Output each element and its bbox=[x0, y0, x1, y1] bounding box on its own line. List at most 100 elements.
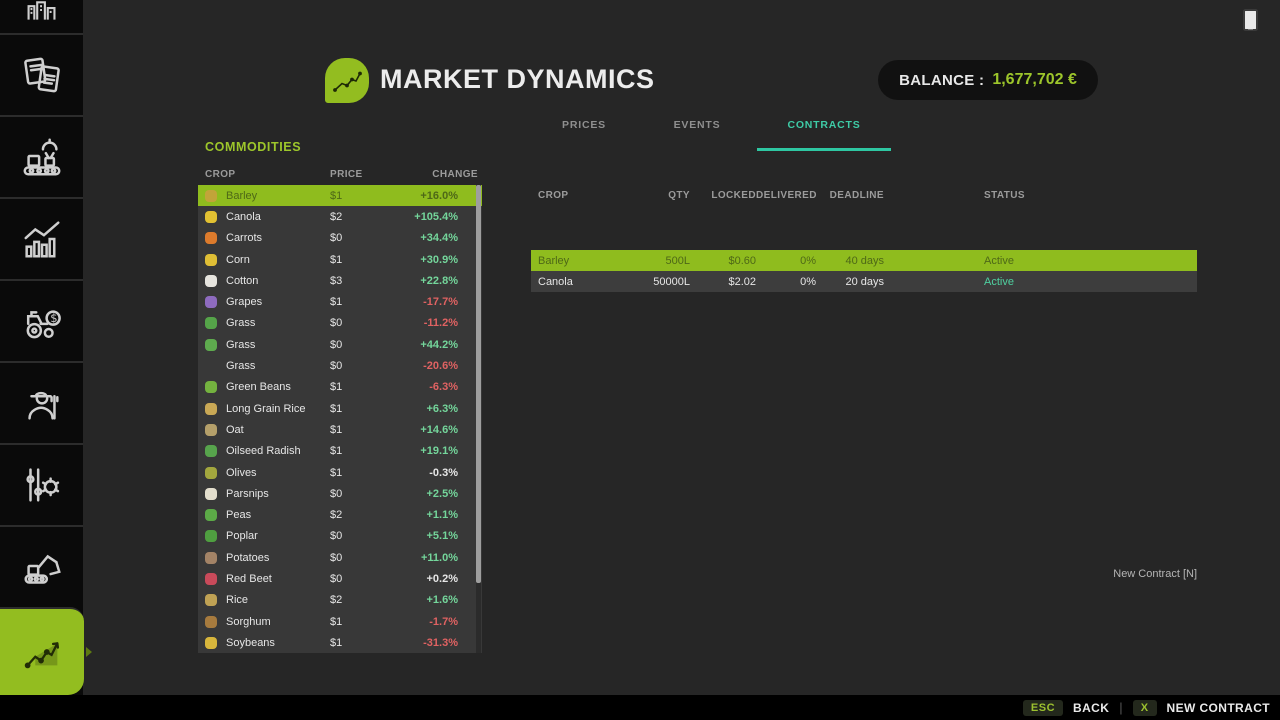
footer-divider: | bbox=[1119, 700, 1122, 715]
crop-name: Oilseed Radish bbox=[226, 445, 330, 457]
crop-icon bbox=[205, 616, 217, 628]
sidebar-item-buildings[interactable] bbox=[0, 0, 83, 33]
commodity-row[interactable]: Green Beans $1 -6.3% bbox=[198, 377, 482, 398]
crop-icon bbox=[205, 445, 217, 457]
contract-status: Active bbox=[884, 255, 1197, 267]
crop-name: Red Beet bbox=[226, 573, 330, 585]
crop-name: Olives bbox=[226, 467, 330, 479]
sidebar-item-finances[interactable]: $ bbox=[0, 279, 83, 361]
crop-price: $0 bbox=[330, 232, 390, 244]
contract-crop: Canola bbox=[531, 276, 606, 288]
tab-events[interactable]: EVENTS bbox=[674, 119, 721, 131]
commodity-row[interactable]: Long Grain Rice $1 +6.3% bbox=[198, 398, 482, 419]
crop-price: $2 bbox=[330, 211, 390, 223]
documents-icon bbox=[19, 52, 65, 98]
statistics-icon bbox=[19, 216, 65, 262]
crop-name: Potatoes bbox=[226, 552, 330, 564]
scrollbar-thumb[interactable] bbox=[476, 185, 481, 583]
commodity-row[interactable]: Soybeans $1 -31.3% bbox=[198, 632, 482, 653]
contract-row[interactable]: Canola 50000L $2.02 0% 20 days Active bbox=[531, 271, 1197, 292]
commodity-row[interactable]: Parsnips $0 +2.5% bbox=[198, 483, 482, 504]
sidebar-item-settings[interactable] bbox=[0, 443, 83, 525]
esc-key-badge[interactable]: ESC bbox=[1023, 700, 1063, 716]
crop-name: Peas bbox=[226, 509, 330, 521]
balance-badge: BALANCE : 1,677,702 € bbox=[878, 60, 1098, 100]
phone-icon[interactable] bbox=[1243, 9, 1258, 31]
crop-price: $1 bbox=[330, 424, 390, 436]
commodity-row[interactable]: Barley $1 +16.0% bbox=[198, 185, 482, 206]
sidebar-item-market-dynamics[interactable] bbox=[0, 607, 84, 695]
crop-icon bbox=[205, 467, 217, 479]
crop-price: $1 bbox=[330, 254, 390, 266]
sidebar-item-farmer[interactable] bbox=[0, 361, 83, 443]
crop-name: Grass bbox=[226, 360, 330, 372]
commodities-scrollbar[interactable] bbox=[476, 185, 481, 653]
col-change: CHANGE bbox=[390, 169, 482, 180]
crop-price: $1 bbox=[330, 467, 390, 479]
commodity-row[interactable]: Corn $1 +30.9% bbox=[198, 249, 482, 270]
crop-price: $1 bbox=[330, 190, 390, 202]
crop-change: -0.3% bbox=[390, 467, 482, 479]
crop-name: Barley bbox=[226, 190, 330, 202]
contract-delivered: 0% bbox=[756, 255, 816, 267]
crop-name: Sorghum bbox=[226, 616, 330, 628]
commodity-row[interactable]: Sorghum $1 -1.7% bbox=[198, 611, 482, 632]
contract-locked: $0.60 bbox=[690, 255, 756, 267]
crop-price: $0 bbox=[330, 488, 390, 500]
commodity-row[interactable]: Oilseed Radish $1 +19.1% bbox=[198, 441, 482, 462]
crop-icon bbox=[205, 552, 217, 564]
contracts-table-header: CROP QTY LOCKED DELIVERED DEADLINE STATU… bbox=[531, 188, 1197, 202]
crop-name: Oat bbox=[226, 424, 330, 436]
crop-name: Soybeans bbox=[226, 637, 330, 649]
crop-price: $2 bbox=[330, 509, 390, 521]
crop-change: +14.6% bbox=[390, 424, 482, 436]
crop-change: +105.4% bbox=[390, 211, 482, 223]
crop-name: Grass bbox=[226, 317, 330, 329]
commodities-table-header: CROP PRICE CHANGE bbox=[198, 163, 482, 185]
sidebar-item-statistics[interactable] bbox=[0, 197, 83, 279]
crop-icon bbox=[205, 637, 217, 649]
crop-price: $1 bbox=[330, 637, 390, 649]
crop-price: $0 bbox=[330, 360, 390, 372]
market-dynamics-leaf-chart-icon bbox=[325, 58, 369, 103]
crop-icon bbox=[205, 317, 217, 329]
tab-prices[interactable]: PRICES bbox=[562, 119, 606, 131]
commodity-row[interactable]: Carrots $0 +34.4% bbox=[198, 228, 482, 249]
crop-change: +11.0% bbox=[390, 552, 482, 564]
tab-contracts[interactable]: CONTRACTS bbox=[787, 119, 860, 131]
commodity-row[interactable]: Red Beet $0 +0.2% bbox=[198, 568, 482, 589]
commodity-row[interactable]: Oat $1 +14.6% bbox=[198, 419, 482, 440]
commodity-row[interactable]: Grass $0 +44.2% bbox=[198, 334, 482, 355]
sidebar-item-production[interactable] bbox=[0, 115, 83, 197]
commodity-row[interactable]: Grass $0 -11.2% bbox=[198, 313, 482, 334]
commodity-row[interactable]: Grass $0 -20.6% bbox=[198, 355, 482, 376]
crop-icon bbox=[205, 488, 217, 500]
commodity-row[interactable]: Rice $2 +1.6% bbox=[198, 590, 482, 611]
crop-price: $2 bbox=[330, 594, 390, 606]
commodity-row[interactable]: Grapes $1 -17.7% bbox=[198, 291, 482, 312]
col-crop: CROP bbox=[531, 190, 606, 201]
crop-change: +0.2% bbox=[390, 573, 482, 585]
commodity-row[interactable]: Olives $1 -0.3% bbox=[198, 462, 482, 483]
new-contract-button[interactable]: NEW CONTRACT bbox=[1167, 701, 1270, 715]
commodity-row[interactable]: Peas $2 +1.1% bbox=[198, 504, 482, 525]
tractor-finances-icon: $ bbox=[19, 298, 65, 344]
commodity-row[interactable]: Poplar $0 +5.1% bbox=[198, 526, 482, 547]
back-button[interactable]: BACK bbox=[1073, 701, 1109, 715]
sidebar-item-documents[interactable] bbox=[0, 33, 83, 115]
commodity-row[interactable]: Cotton $3 +22.8% bbox=[198, 270, 482, 291]
contract-row[interactable]: Barley 500L $0.60 0% 40 days Active bbox=[531, 250, 1197, 271]
crop-name: Parsnips bbox=[226, 488, 330, 500]
crop-change: -17.7% bbox=[390, 296, 482, 308]
balance-value: 1,677,702 € bbox=[992, 71, 1077, 89]
contract-status: Active bbox=[884, 276, 1197, 288]
crop-name: Grass bbox=[226, 339, 330, 351]
x-key-badge[interactable]: X bbox=[1133, 700, 1157, 716]
commodity-row[interactable]: Potatoes $0 +11.0% bbox=[198, 547, 482, 568]
contract-locked: $2.02 bbox=[690, 276, 756, 288]
commodity-row[interactable]: Canola $2 +105.4% bbox=[198, 206, 482, 227]
sidebar-item-construction[interactable] bbox=[0, 525, 83, 607]
contract-deadline: 20 days bbox=[816, 276, 884, 288]
col-qty: QTY bbox=[606, 190, 690, 201]
col-locked: LOCKED bbox=[690, 190, 756, 201]
